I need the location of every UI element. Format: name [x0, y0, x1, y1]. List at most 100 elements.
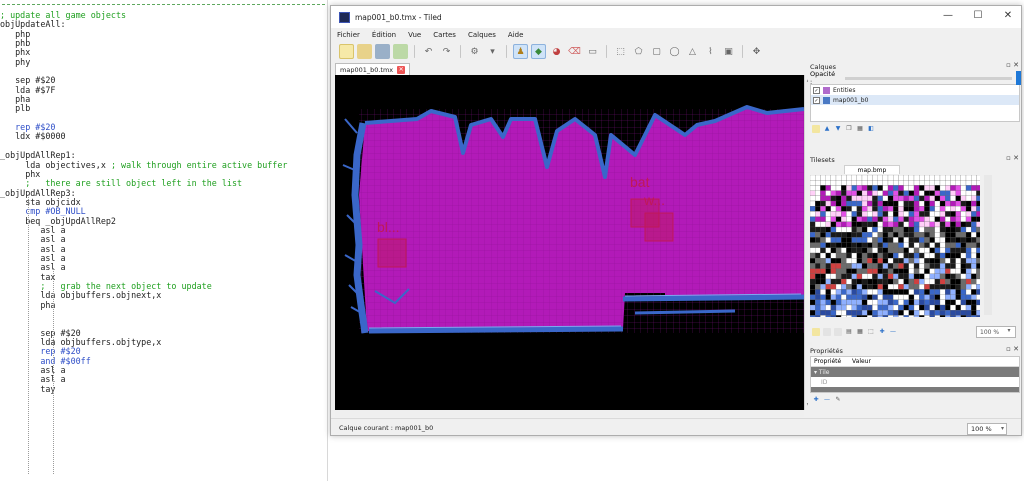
code-line[interactable]: lda #$7F: [0, 85, 327, 95]
opacity-slider[interactable]: [844, 76, 1013, 80]
tileset-tiles: [810, 175, 980, 317]
code-line[interactable]: ldx #$0000: [0, 132, 327, 142]
code-line[interactable]: [0, 310, 327, 319]
dropdown-icon[interactable]: ▾: [485, 44, 500, 59]
edit-terrain-icon[interactable]: ⬚: [867, 328, 875, 336]
menu-maps[interactable]: Cartes: [433, 31, 456, 39]
ledge-lower: [634, 309, 736, 315]
code-line[interactable]: php: [0, 29, 327, 39]
code-line[interactable]: objUpdateAll:: [0, 19, 327, 29]
code-line[interactable]: phx: [0, 48, 327, 58]
delete-tileset-icon[interactable]: ▦: [856, 328, 864, 336]
layer-row-map[interactable]: ✓ map001_b0: [811, 95, 1019, 105]
tileset-zoom-value: 100 %: [980, 329, 1000, 336]
rename-property-icon[interactable]: ✎: [834, 396, 842, 404]
insert-tile-icon[interactable]: ▣: [721, 44, 736, 59]
tiled-window: map001_b0.tmx - Tiled — ☐ ✕ Fichier Édit…: [330, 5, 1022, 436]
terrain-brush-icon[interactable]: ◆: [531, 44, 546, 59]
edit-polygons-icon[interactable]: ⬠: [631, 44, 646, 59]
properties-section-tile[interactable]: ▾ Tile: [811, 367, 1019, 377]
code-line[interactable]: pha: [0, 94, 327, 104]
bucket-fill-icon[interactable]: ◕: [549, 44, 564, 59]
eraser-icon[interactable]: ⌫: [567, 44, 582, 59]
code-line[interactable]: phb: [0, 38, 327, 48]
close-button[interactable]: ✕: [1001, 10, 1015, 21]
object-label: bat: [630, 174, 650, 190]
dock-float-close-icon[interactable]: ▫ ✕: [1006, 345, 1019, 353]
toolbar-separator: [460, 45, 461, 58]
dock-float-close-icon[interactable]: ▫ ✕: [1006, 154, 1019, 162]
delete-layer-icon[interactable]: ▦: [856, 125, 864, 133]
insert-rectangle-icon[interactable]: ▢: [649, 44, 664, 59]
new-tileset-icon[interactable]: [812, 328, 820, 336]
object-label: bl...: [377, 219, 400, 235]
close-tab-icon[interactable]: ✕: [397, 65, 406, 74]
tileset-scrollbar[interactable]: [984, 175, 992, 315]
commands-icon[interactable]: ⚙: [467, 44, 482, 59]
select-objects-icon[interactable]: ⬚: [613, 44, 628, 59]
new-layer-icon[interactable]: [812, 125, 820, 133]
open-file-icon[interactable]: [357, 44, 372, 59]
indent-guide: [28, 194, 29, 474]
undo-icon[interactable]: ↶: [421, 44, 436, 59]
insert-polygon-icon[interactable]: △: [685, 44, 700, 59]
code-editor[interactable]: ; update all game objects objUpdateAll: p…: [0, 0, 328, 481]
code-line[interactable]: lda objectives,x ; walk through entire a…: [0, 160, 327, 170]
maximize-button[interactable]: ☐: [971, 10, 985, 21]
value-column-header[interactable]: Valeur: [849, 358, 871, 365]
minimize-button[interactable]: —: [941, 10, 955, 21]
import-tileset-icon[interactable]: [823, 328, 831, 336]
tileset-image[interactable]: [810, 175, 980, 317]
remove-tiles-icon[interactable]: —: [889, 328, 897, 336]
property-column-header[interactable]: Propriété: [811, 358, 849, 365]
toggle-other-layers-icon[interactable]: ◧: [867, 125, 875, 133]
document-tab-label: map001_b0.tmx: [340, 65, 394, 74]
redo-icon[interactable]: ↷: [439, 44, 454, 59]
stamp-brush-icon[interactable]: ♟: [513, 44, 528, 59]
opacity-slider-handle[interactable]: [1016, 71, 1021, 85]
raise-layer-icon[interactable]: ▲: [823, 125, 831, 133]
indent-guide: [53, 268, 54, 474]
menu-file[interactable]: Fichier: [337, 31, 360, 39]
object-label: w...: [643, 192, 665, 208]
rect-select-icon[interactable]: ▭: [585, 44, 600, 59]
window-title: map001_b0.tmx - Tiled: [355, 12, 442, 22]
dock-float-close-icon[interactable]: ▫ ✕: [1006, 61, 1019, 69]
insert-ellipse-icon[interactable]: ◯: [667, 44, 682, 59]
tileset-properties-icon[interactable]: ▤: [845, 328, 853, 336]
tileset-area: map.bmp: [808, 165, 1021, 325]
new-file-icon[interactable]: [339, 44, 354, 59]
toolbar-separator: [742, 45, 743, 58]
tilesets-dock: Tilesets ▫ ✕ map.bmp ▤ ▦ ⬚ ✚ — 100 % ▾: [808, 154, 1021, 342]
add-property-icon[interactable]: ✚: [812, 396, 820, 404]
tileset-tab[interactable]: map.bmp: [844, 165, 900, 174]
section-label: Tile: [818, 368, 830, 376]
code-content[interactable]: ; update all game objects objUpdateAll: p…: [0, 5, 327, 394]
code-line[interactable]: phy: [0, 57, 327, 67]
random-mode-icon[interactable]: ✥: [749, 44, 764, 59]
property-row-id[interactable]: ID: [811, 377, 1019, 387]
code-line[interactable]: pha: [0, 300, 327, 310]
tileset-zoom-select[interactable]: 100 % ▾: [976, 326, 1016, 338]
menu-help[interactable]: Aide: [508, 31, 523, 39]
code-line[interactable]: plb: [0, 104, 327, 114]
menu-view[interactable]: Vue: [408, 31, 421, 39]
map-horizontal-scrollbar[interactable]: [335, 410, 804, 417]
duplicate-layer-icon[interactable]: ❐: [845, 125, 853, 133]
save-icon[interactable]: [375, 44, 390, 59]
export-icon[interactable]: [393, 44, 408, 59]
code-line[interactable]: tay: [0, 384, 327, 394]
layer-visibility-checkbox[interactable]: ✓: [813, 96, 820, 104]
lower-layer-icon[interactable]: ▼: [834, 125, 842, 133]
menu-layers[interactable]: Calques: [468, 31, 496, 39]
layer-visibility-checkbox[interactable]: ✓: [813, 86, 820, 94]
document-tab[interactable]: map001_b0.tmx ✕: [335, 63, 411, 75]
menu-edit[interactable]: Édition: [372, 31, 396, 39]
insert-polyline-icon[interactable]: ⌇: [703, 44, 718, 59]
export-tileset-icon[interactable]: [834, 328, 842, 336]
add-tiles-icon[interactable]: ✚: [878, 328, 886, 336]
layer-row-entities[interactable]: ✓ Entities: [811, 85, 1019, 95]
remove-property-icon[interactable]: —: [823, 396, 831, 404]
map-zoom-select[interactable]: 100 % ▾: [967, 423, 1007, 435]
map-canvas[interactable]: bl... bat w...: [335, 75, 804, 410]
